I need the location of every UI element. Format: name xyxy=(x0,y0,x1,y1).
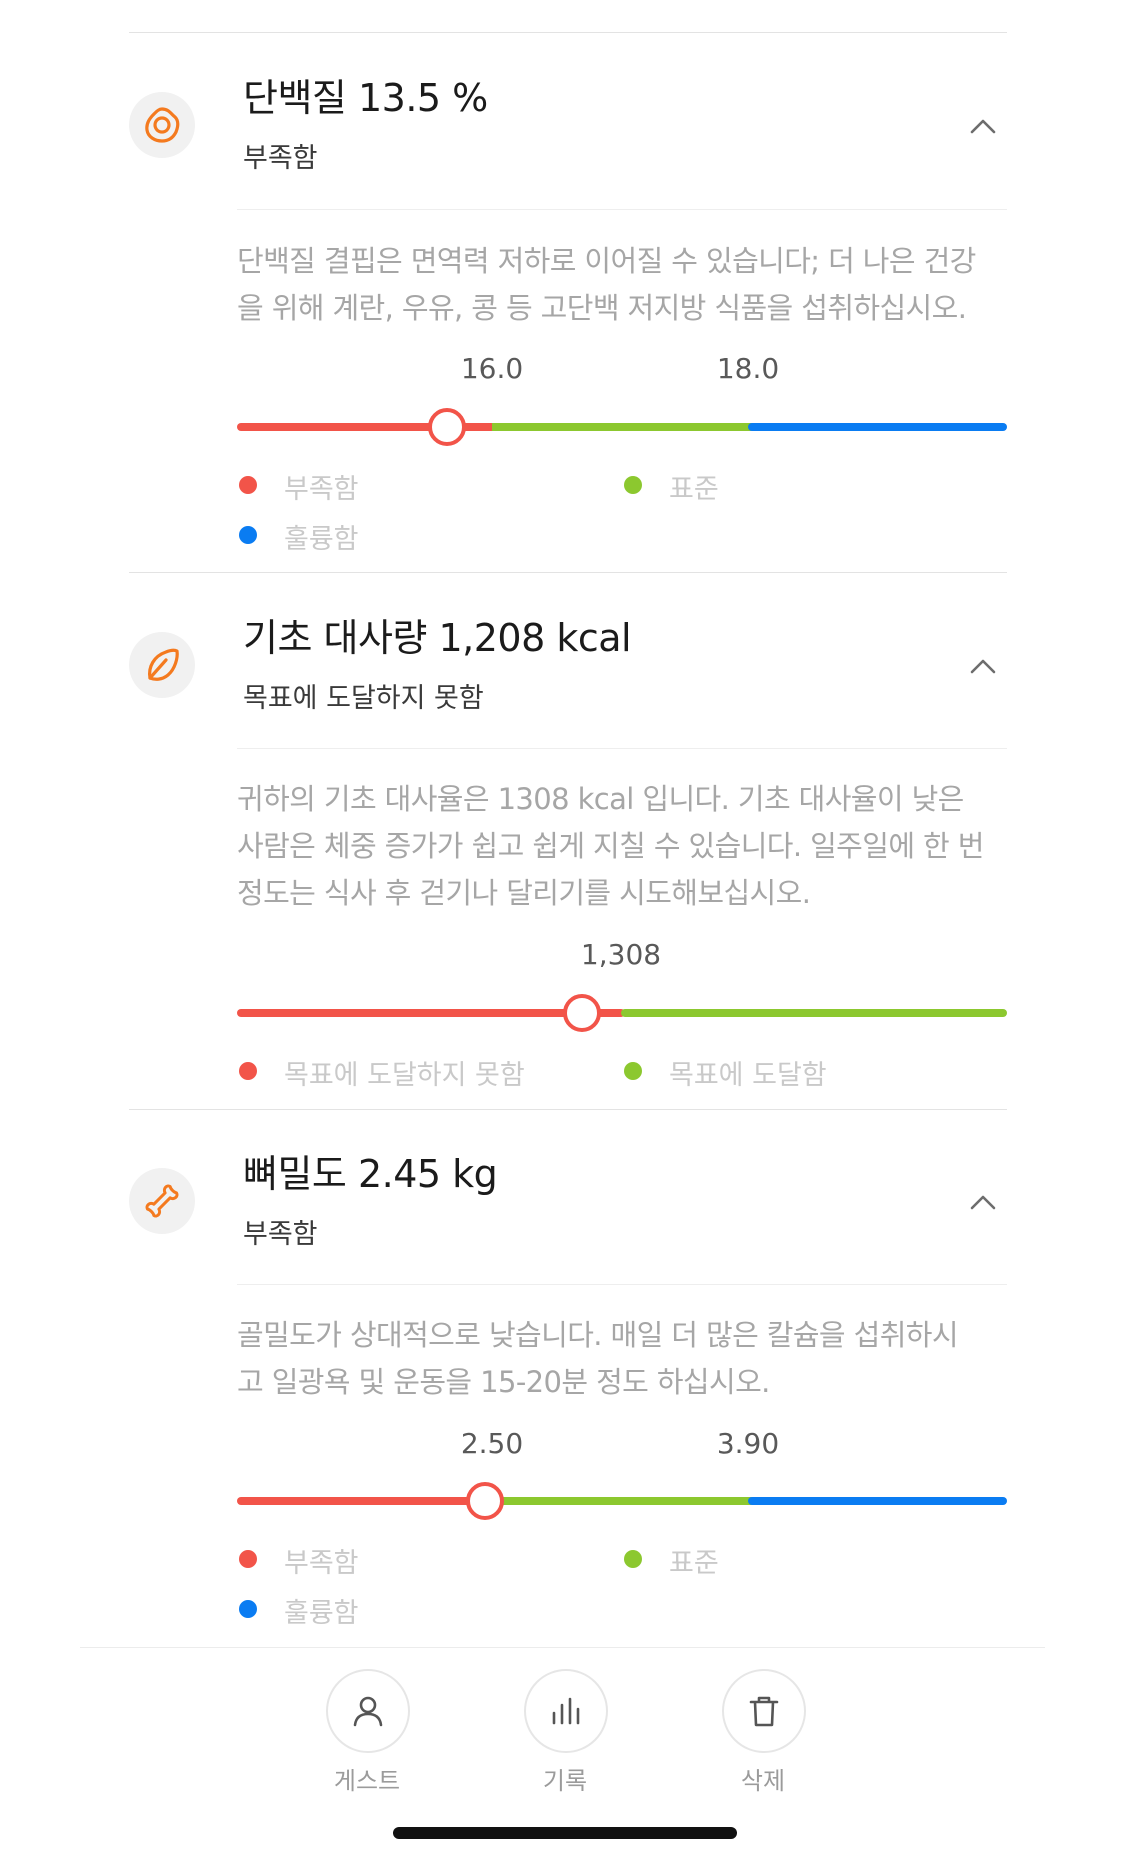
legend-dot-low xyxy=(239,1062,257,1080)
legend-dot-high xyxy=(239,1600,257,1618)
bone-legend-standard: 표준 xyxy=(669,1548,719,1579)
bone-bar-low xyxy=(237,1497,496,1505)
bmr-title: 기초 대사량 1,208 kcal xyxy=(243,616,632,660)
protein-status: 부족함 xyxy=(243,143,318,174)
protein-threshold-low: 16.0 xyxy=(460,352,524,385)
history-button[interactable] xyxy=(524,1669,608,1753)
top-divider xyxy=(129,32,1007,33)
guest-button[interactable] xyxy=(326,1669,410,1753)
leaf-icon xyxy=(129,632,195,698)
bone-threshold-low: 2.50 xyxy=(460,1427,524,1460)
bone-desc-line-2: 고 일광욕 및 운동을 15-20분 정도 하십시오. xyxy=(237,1365,770,1399)
egg-icon xyxy=(129,92,195,158)
trash-icon xyxy=(749,1696,779,1727)
bone-bar-standard xyxy=(492,1497,752,1505)
legend-dot-standard xyxy=(624,1550,642,1568)
bone-desc-line-1: 골밀도가 상대적으로 낮습니다. 매일 더 많은 칼슘을 섭취하시 xyxy=(237,1318,959,1352)
bone-status: 부족함 xyxy=(243,1219,318,1250)
bone-title: 뼈밀도 2.45 kg xyxy=(243,1152,498,1196)
home-indicator xyxy=(393,1827,737,1839)
bmr-bar-reached xyxy=(621,1009,1007,1017)
bone-threshold-high: 3.90 xyxy=(716,1427,780,1460)
protein-value-marker xyxy=(428,408,466,446)
protein-desc-line-1: 단백질 결핍은 면역력 저하로 이어질 수 있습니다; 더 나은 건강 xyxy=(237,244,976,278)
bone-legend-high: 훌륭함 xyxy=(284,1598,359,1629)
protein-description: 단백질 결핍은 면역력 저하로 이어질 수 있습니다; 더 나은 건강 을 위해… xyxy=(237,238,1005,332)
bone-value-marker xyxy=(466,1482,504,1520)
bmr-separator xyxy=(237,748,1007,749)
chevron-up-icon[interactable] xyxy=(969,117,997,135)
card-divider xyxy=(129,1109,1007,1110)
bmr-description: 귀하의 기초 대사율은 1308 kcal 입니다. 기초 대사율이 낮은 사람… xyxy=(237,776,1005,917)
protein-threshold-high: 18.0 xyxy=(716,352,780,385)
protein-bar-standard xyxy=(492,423,752,431)
bone-icon xyxy=(129,1168,195,1234)
bone-description: 골밀도가 상대적으로 낮습니다. 매일 더 많은 칼슘을 섭취하시 고 일광욕 … xyxy=(237,1312,1005,1406)
bottom-bar-divider xyxy=(80,1647,1045,1648)
protein-legend-high: 훌륭함 xyxy=(284,524,359,555)
bmr-desc-line-3: 정도는 식사 후 걷기나 달리기를 시도해보십시오. xyxy=(237,876,811,910)
card-divider xyxy=(129,572,1007,573)
protein-separator xyxy=(237,209,1007,210)
bmr-legend-reached: 목표에 도달함 xyxy=(669,1060,827,1091)
bmr-status: 목표에 도달하지 못함 xyxy=(243,683,484,714)
bmr-desc-line-2: 사람은 체중 증가가 쉽고 쉽게 지칠 수 있습니다. 일주일에 한 번 xyxy=(237,829,984,863)
delete-button[interactable] xyxy=(722,1669,806,1753)
history-label: 기록 xyxy=(542,1767,588,1795)
guest-label: 게스트 xyxy=(333,1767,401,1795)
bone-separator xyxy=(237,1284,1007,1285)
bmr-value-marker xyxy=(563,994,601,1032)
protein-legend-low: 부족함 xyxy=(284,474,359,505)
bmr-desc-line-1: 귀하의 기초 대사율은 1308 kcal 입니다. 기초 대사율이 낮은 xyxy=(237,782,964,816)
bmr-legend-not-reached: 목표에 도달하지 못함 xyxy=(284,1060,525,1091)
legend-dot-low xyxy=(239,1550,257,1568)
bar-chart-icon xyxy=(552,1697,580,1725)
legend-dot-high xyxy=(239,526,257,544)
person-icon xyxy=(353,1696,383,1727)
protein-title: 단백질 13.5 % xyxy=(243,76,488,120)
protein-legend-standard: 표준 xyxy=(669,474,719,505)
protein-bar-high xyxy=(748,423,1007,431)
bone-bar-high xyxy=(748,1497,1007,1505)
legend-dot-reached xyxy=(624,1062,642,1080)
bone-legend-low: 부족함 xyxy=(284,1548,359,1579)
chevron-up-icon[interactable] xyxy=(969,1193,997,1211)
delete-label: 삭제 xyxy=(740,1767,786,1795)
chevron-up-icon[interactable] xyxy=(969,657,997,675)
legend-dot-standard xyxy=(624,476,642,494)
bmr-threshold: 1,308 xyxy=(580,938,662,971)
legend-dot-low xyxy=(239,476,257,494)
protein-desc-line-2: 을 위해 계란, 우유, 콩 등 고단백 저지방 식품을 섭취하십시오. xyxy=(237,291,967,325)
